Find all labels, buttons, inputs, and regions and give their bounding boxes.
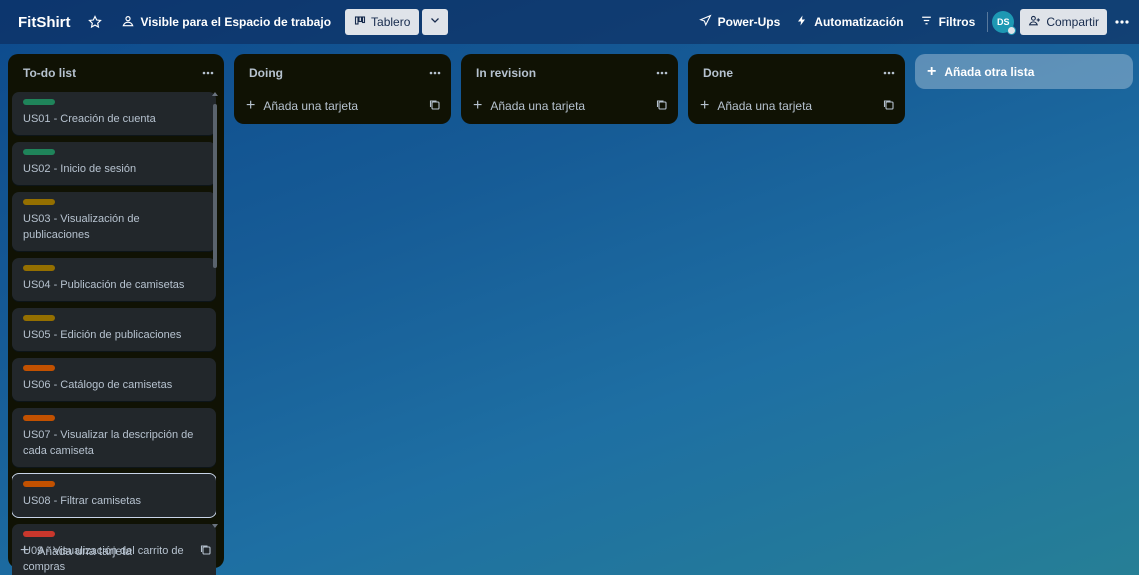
list-title[interactable]: Doing — [249, 66, 283, 80]
share-button[interactable]: Compartir — [1020, 9, 1107, 35]
card-title: US02 - Inicio de sesión — [23, 163, 137, 175]
scroll-up-icon[interactable] — [212, 92, 218, 96]
add-card-label: Añada una tarjeta — [263, 99, 359, 113]
powerups-label: Power-Ups — [717, 15, 781, 29]
filters-label: Filtros — [938, 15, 976, 29]
add-card-left: + Añada una tarjeta — [700, 98, 812, 114]
list-header: In revision — [461, 54, 678, 92]
list-menu-icon[interactable] — [883, 71, 895, 75]
list-header: Doing — [234, 54, 451, 92]
plus-icon: + — [20, 542, 30, 559]
add-list-label: Añada otra lista — [944, 64, 1035, 79]
powerups-button[interactable]: Power-Ups — [691, 10, 789, 34]
card[interactable]: US06 - Catálogo de camisetas — [12, 358, 216, 401]
template-icon[interactable] — [200, 544, 212, 559]
card-label-green[interactable] — [23, 99, 55, 105]
header-actions: Power-Ups Automatización Filtros DS Comp… — [691, 9, 1129, 35]
filter-icon — [920, 14, 933, 30]
add-card-button[interactable]: + Añada una tarjeta — [8, 534, 224, 568]
add-card-button[interactable]: + Añada una tarjeta — [234, 92, 451, 120]
header-divider — [987, 12, 989, 32]
view-switcher-button[interactable] — [422, 9, 449, 35]
plus-icon: + — [927, 62, 937, 80]
card-selected[interactable]: US08 - Filtrar camisetas — [12, 473, 216, 518]
scroll-down-icon[interactable] — [212, 524, 218, 528]
add-card-label: Añada una tarjeta — [37, 544, 133, 558]
automation-button[interactable]: Automatización — [788, 10, 911, 34]
card-title: US08 - Filtrar camisetas — [23, 495, 141, 507]
add-card-button[interactable]: + Añada una tarjeta — [688, 92, 905, 120]
card[interactable]: US03 - Visualización de publicaciones — [12, 192, 216, 251]
add-card-left: + Añada una tarjeta — [246, 98, 358, 114]
add-card-button[interactable]: + Añada una tarjeta — [461, 92, 678, 120]
more-options-icon[interactable] — [1115, 20, 1129, 24]
avatar[interactable]: DS — [992, 11, 1017, 35]
visibility-label: Visible para el Espacio de trabajo — [140, 15, 332, 29]
add-person-icon — [1028, 14, 1041, 30]
list-scrollbar[interactable] — [212, 92, 218, 528]
card-label-orange[interactable] — [23, 415, 55, 421]
template-icon[interactable] — [429, 99, 441, 114]
card-title: US01 - Creación de cuenta — [23, 113, 156, 125]
board-view-icon — [354, 15, 366, 30]
list-header: To-do list — [8, 54, 224, 92]
card-label-yellow[interactable] — [23, 315, 55, 321]
list-todo: To-do list US01 - Creación de cuenta US0… — [8, 54, 224, 575]
list-menu-icon[interactable] — [429, 71, 441, 75]
card-label-orange[interactable] — [23, 481, 55, 487]
card-title: US07 - Visualizar la descripción de cada… — [23, 429, 194, 457]
list-done: Done + Añada una tarjeta — [688, 54, 905, 124]
template-icon[interactable] — [883, 99, 895, 114]
add-card-label: Añada una tarjeta — [717, 99, 813, 113]
card-title: US06 - Catálogo de camisetas — [23, 379, 173, 391]
board-header: FitShirt Visible para el Espacio de trab… — [0, 0, 1139, 44]
card[interactable]: US04 - Publicación de camisetas — [12, 258, 216, 301]
card-title: US03 - Visualización de publicaciones — [23, 213, 140, 241]
card-list: US01 - Creación de cuenta US02 - Inicio … — [12, 92, 216, 575]
share-label: Compartir — [1046, 15, 1099, 29]
add-card-left: + Añada una tarjeta — [473, 98, 585, 114]
add-card-left: + Añada una tarjeta — [20, 543, 132, 559]
template-icon[interactable] — [656, 99, 668, 114]
scroll-thumb[interactable] — [213, 104, 217, 268]
card[interactable]: US02 - Inicio de sesión — [12, 142, 216, 185]
list-in-revision: In revision + Añada una tarjeta — [461, 54, 678, 124]
plus-icon: + — [246, 97, 256, 114]
card[interactable]: US07 - Visualizar la descripción de cada… — [12, 408, 216, 467]
card[interactable]: US05 - Edición de publicaciones — [12, 308, 216, 351]
card-title: US04 - Publicación de camisetas — [23, 279, 185, 291]
list-menu-icon[interactable] — [656, 71, 668, 75]
filters-button[interactable]: Filtros — [912, 10, 984, 34]
card[interactable]: US01 - Creación de cuenta — [12, 92, 216, 135]
card-label-orange[interactable] — [23, 365, 55, 371]
rocket-icon — [698, 14, 712, 30]
automation-label: Automatización — [814, 15, 904, 29]
board-title[interactable]: FitShirt — [18, 14, 71, 31]
card-title: US05 - Edición de publicaciones — [23, 329, 182, 341]
board-view-button[interactable]: Tablero — [345, 9, 420, 35]
list-header: Done — [688, 54, 905, 92]
star-icon[interactable] — [83, 10, 107, 34]
list-title[interactable]: Done — [703, 66, 733, 80]
chevron-down-icon — [429, 13, 441, 31]
add-card-label: Añada una tarjeta — [490, 99, 586, 113]
lightning-icon — [796, 14, 808, 30]
visibility-button[interactable]: Visible para el Espacio de trabajo — [115, 10, 338, 35]
card-label-yellow[interactable] — [23, 199, 55, 205]
list-title[interactable]: To-do list — [23, 66, 76, 80]
avatar-initials: DS — [997, 17, 1010, 27]
plus-icon: + — [473, 97, 483, 114]
plus-icon: + — [700, 97, 710, 114]
list-menu-icon[interactable] — [202, 71, 214, 75]
card-label-green[interactable] — [23, 149, 55, 155]
board-view-label: Tablero — [371, 15, 411, 29]
admin-badge-icon — [1007, 26, 1017, 35]
people-icon — [121, 14, 135, 31]
card-label-yellow[interactable] — [23, 265, 55, 271]
list-doing: Doing + Añada una tarjeta — [234, 54, 451, 124]
add-list-button[interactable]: + Añada otra lista — [915, 54, 1133, 89]
list-title[interactable]: In revision — [476, 66, 536, 80]
